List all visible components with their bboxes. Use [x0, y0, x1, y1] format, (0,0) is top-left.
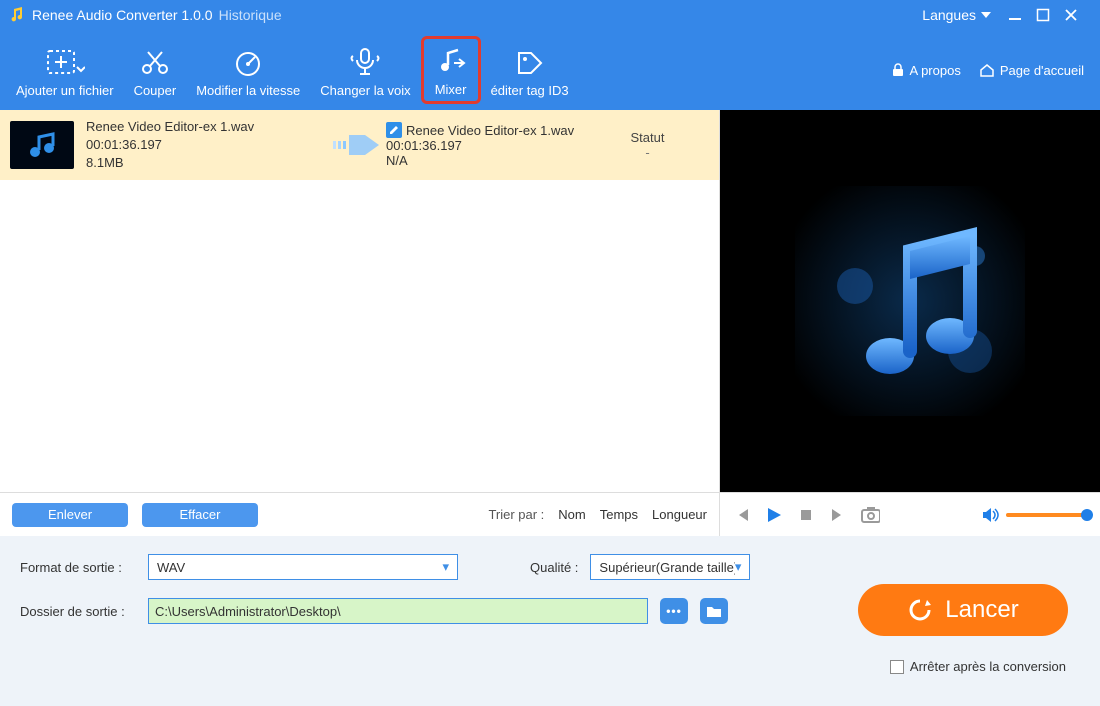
prev-button[interactable] — [732, 505, 752, 525]
file-list-pane: Renee Video Editor-ex 1.wav 00:01:36.197… — [0, 110, 720, 536]
arrow-icon — [326, 131, 386, 159]
quality-value: Supérieur(Grande taille) — [599, 560, 734, 575]
play-button[interactable] — [764, 505, 784, 525]
sort-name[interactable]: Nom — [558, 507, 585, 522]
sort-by-label: Trier par : — [488, 507, 544, 522]
add-file-icon — [45, 45, 85, 79]
maximize-button[interactable] — [1036, 8, 1064, 22]
cut-label: Couper — [134, 83, 177, 98]
languages-label: Langues — [922, 7, 976, 23]
stop-after-row[interactable]: Arrêter après la conversion — [890, 659, 1066, 674]
sort-length[interactable]: Longueur — [652, 507, 707, 522]
title-bar: Renee Audio Converter 1.0.0 Historique L… — [0, 0, 1100, 30]
more-button[interactable]: ••• — [660, 598, 688, 624]
music-note-icon — [795, 186, 1025, 416]
preview-pane — [720, 110, 1100, 536]
home-link[interactable]: Page d'accueil — [979, 63, 1084, 78]
lock-icon — [891, 63, 905, 77]
source-info: Renee Video Editor-ex 1.wav 00:01:36.197… — [86, 118, 326, 172]
format-value: WAV — [157, 560, 442, 575]
next-button[interactable] — [828, 505, 848, 525]
languages-menu[interactable]: Langues — [922, 7, 992, 23]
remove-button[interactable]: Enlever — [12, 503, 128, 527]
main-toolbar: Ajouter un fichier Couper Modifier la vi… — [0, 30, 1100, 110]
format-label: Format de sortie : — [20, 560, 136, 575]
status-value: - — [586, 145, 709, 160]
quality-combo[interactable]: Supérieur(Grande taille) ▾ — [590, 554, 750, 580]
format-combo[interactable]: WAV ▾ — [148, 554, 458, 580]
destination-filename: Renee Video Editor-ex 1.wav — [406, 123, 574, 138]
scissors-icon — [138, 45, 172, 79]
gauge-icon — [231, 45, 265, 79]
stop-button[interactable] — [796, 505, 816, 525]
status-column: Statut - — [586, 130, 709, 160]
app-logo-icon — [8, 6, 26, 24]
snapshot-button[interactable] — [860, 505, 880, 525]
destination-duration: 00:01:36.197 — [386, 138, 586, 153]
history-link[interactable]: Historique — [219, 7, 282, 23]
mixer-icon — [434, 45, 468, 78]
chevron-down-icon: ▾ — [735, 559, 742, 575]
source-filename: Renee Video Editor-ex 1.wav — [86, 118, 326, 136]
destination-size: N/A — [386, 153, 586, 168]
volume-knob[interactable] — [1081, 509, 1093, 521]
stop-after-checkbox[interactable] — [890, 660, 904, 674]
home-icon — [979, 63, 995, 77]
mixer-label: Mixer — [435, 82, 467, 97]
source-duration: 00:01:36.197 — [86, 136, 326, 154]
mixer-button[interactable]: Mixer — [421, 36, 481, 104]
sort-time[interactable]: Temps — [600, 507, 638, 522]
refresh-icon — [907, 597, 933, 623]
file-thumbnail — [10, 121, 74, 169]
open-folder-button[interactable] — [700, 598, 728, 624]
voice-label: Changer la voix — [320, 83, 410, 98]
launch-button[interactable]: Lancer — [858, 584, 1068, 636]
about-label: A propos — [910, 63, 961, 78]
id3-button[interactable]: éditer tag ID3 — [481, 36, 579, 104]
player-controls — [720, 492, 1100, 536]
minimize-button[interactable] — [1008, 8, 1036, 22]
volume-icon[interactable] — [980, 505, 1000, 525]
close-button[interactable] — [1064, 8, 1092, 22]
edit-icon[interactable] — [386, 122, 402, 138]
microphone-icon — [348, 45, 382, 79]
chevron-down-icon: ▾ — [442, 559, 449, 575]
output-folder-field[interactable]: C:\Users\Administrator\Desktop\ — [148, 598, 648, 624]
chevron-down-icon — [980, 10, 992, 20]
file-row[interactable]: Renee Video Editor-ex 1.wav 00:01:36.197… — [0, 110, 719, 180]
launch-label: Lancer — [945, 596, 1018, 624]
source-size: 8.1MB — [86, 154, 326, 172]
tag-icon — [513, 45, 547, 79]
id3-label: éditer tag ID3 — [491, 83, 569, 98]
clear-button[interactable]: Effacer — [142, 503, 258, 527]
folder-icon — [706, 604, 722, 618]
add-file-label: Ajouter un fichier — [16, 83, 114, 98]
stop-after-label: Arrêter après la conversion — [910, 659, 1066, 674]
main-area: Renee Video Editor-ex 1.wav 00:01:36.197… — [0, 110, 1100, 536]
list-footer: Enlever Effacer Trier par : Nom Temps Lo… — [0, 492, 719, 536]
voice-button[interactable]: Changer la voix — [310, 36, 420, 104]
cut-button[interactable]: Couper — [124, 36, 187, 104]
quality-label: Qualité : — [530, 560, 578, 575]
speed-button[interactable]: Modifier la vitesse — [186, 36, 310, 104]
destination-info: Renee Video Editor-ex 1.wav 00:01:36.197… — [386, 122, 586, 168]
folder-label: Dossier de sortie : — [20, 604, 136, 619]
file-list: Renee Video Editor-ex 1.wav 00:01:36.197… — [0, 110, 719, 492]
volume-slider[interactable] — [1006, 513, 1088, 517]
app-title: Renee Audio Converter 1.0.0 — [32, 7, 213, 23]
home-label: Page d'accueil — [1000, 63, 1084, 78]
preview-area — [720, 110, 1100, 492]
status-header: Statut — [586, 130, 709, 145]
speed-label: Modifier la vitesse — [196, 83, 300, 98]
output-folder-value: C:\Users\Administrator\Desktop\ — [155, 604, 341, 619]
about-link[interactable]: A propos — [891, 63, 961, 78]
add-file-button[interactable]: Ajouter un fichier — [6, 36, 124, 104]
